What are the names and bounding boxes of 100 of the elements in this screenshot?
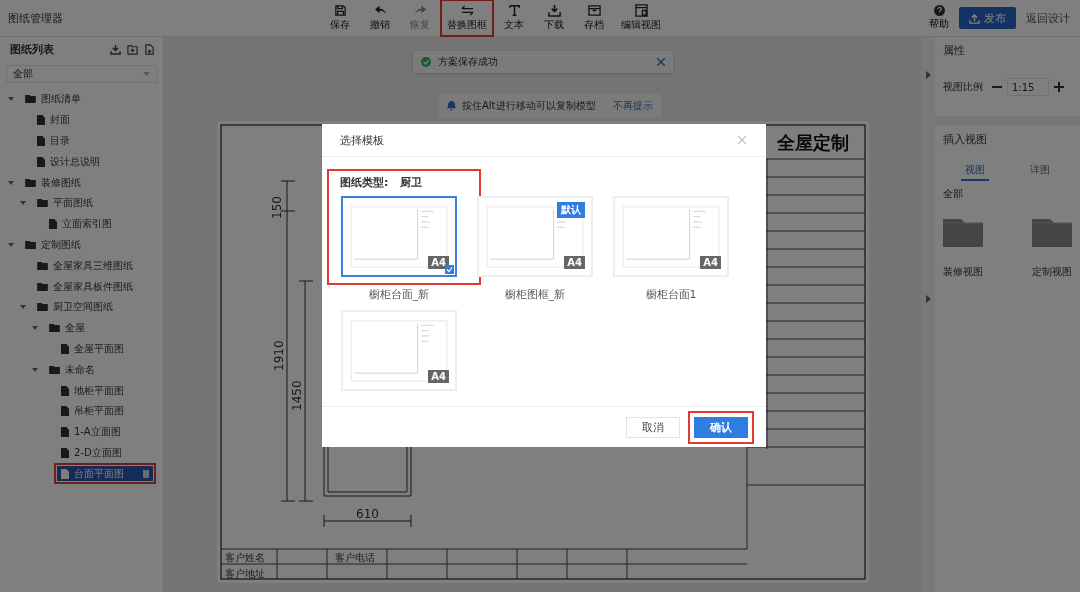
view-tab[interactable]: 详图 — [1025, 161, 1054, 181]
file-icon — [61, 406, 69, 417]
archive-icon — [587, 4, 601, 17]
template-card[interactable]: A4 — [341, 196, 457, 277]
success-icon — [421, 57, 431, 67]
title-block-label: 客户姓名 — [225, 552, 265, 563]
filter-select[interactable]: 全部 — [6, 65, 157, 83]
caret-icon[interactable] — [20, 200, 26, 207]
file-icon — [49, 219, 57, 230]
file-icon — [61, 343, 69, 354]
increase-button[interactable] — [1052, 82, 1066, 92]
minus-icon — [992, 86, 1002, 88]
caret-icon[interactable] — [8, 241, 14, 248]
tree-item[interactable]: 全屋 — [45, 320, 89, 336]
folder-icon[interactable] — [1032, 219, 1072, 247]
tree-item[interactable]: 全屋平面图 — [57, 341, 128, 357]
view-tab[interactable]: 视图 — [961, 161, 990, 181]
tree-item[interactable]: 图纸清单 — [21, 91, 85, 107]
close-icon[interactable] — [657, 58, 665, 66]
template-card[interactable]: 默认 A4 — [477, 196, 593, 277]
file-icon — [37, 136, 45, 146]
tree-item[interactable]: 1-A立面图 — [57, 424, 125, 440]
file-add-icon[interactable] — [144, 43, 155, 55]
help-button[interactable]: 帮助 — [929, 5, 949, 31]
caret-icon[interactable] — [32, 366, 38, 373]
tree-item[interactable]: 定制图纸 — [21, 237, 85, 253]
tree-item[interactable]: 未命名 — [45, 362, 99, 378]
folder-add-icon[interactable] — [127, 43, 138, 55]
dimension-label: 1450 — [290, 380, 304, 411]
bell-icon — [447, 101, 456, 111]
toolbar-button[interactable]: 保存 — [323, 2, 357, 34]
chevron-icon[interactable] — [925, 295, 931, 303]
toolbar-button[interactable]: 替换图框 — [443, 2, 491, 34]
folder-icon — [37, 199, 48, 208]
folder-icon — [37, 261, 48, 270]
toolbar-button[interactable]: 存档 — [577, 2, 611, 34]
folder-icon[interactable] — [943, 219, 983, 247]
default-badge: 默认 — [557, 202, 585, 218]
download-icon[interactable] — [110, 43, 121, 55]
cancel-button[interactable]: 取消 — [626, 416, 680, 438]
toolbar-button[interactable]: 下载 — [537, 2, 571, 34]
tree-item[interactable]: 全屋家具板件图纸 — [33, 279, 137, 295]
template-card[interactable]: A4 — [613, 196, 729, 277]
tree-item[interactable]: 2-D立面图 — [57, 445, 126, 461]
size-badge: A4 — [700, 256, 721, 269]
brand-logo: 全屋定制 — [777, 132, 849, 153]
title-block-label: 客户地址 — [225, 568, 265, 579]
back-to-design-button[interactable]: 返回设计 — [1026, 10, 1070, 26]
download-icon — [547, 4, 561, 17]
close-icon[interactable] — [738, 136, 746, 144]
title-block-label: 客户电话 — [335, 552, 375, 563]
publish-button[interactable]: 发布 — [959, 7, 1016, 29]
confirm-button[interactable]: 确认 — [694, 416, 748, 438]
file-icon — [61, 385, 69, 396]
save-icon — [333, 4, 347, 17]
tree-item[interactable]: 地柜平面图 — [57, 383, 128, 399]
swap-icon — [460, 4, 474, 17]
tree-item[interactable]: 平面图纸 — [33, 195, 97, 211]
check-icon — [445, 265, 454, 274]
section-title: 属性 — [943, 43, 966, 58]
folder-label: 装修视图 — [943, 265, 983, 279]
folder-icon — [37, 303, 48, 312]
chevron-icon[interactable] — [925, 71, 931, 79]
file-icon — [37, 115, 45, 126]
folder-icon — [25, 178, 36, 187]
caret-icon[interactable] — [20, 304, 26, 311]
dimension-label: 150 — [270, 196, 284, 219]
toolbar-button[interactable]: 编辑视图 — [617, 2, 665, 34]
file-icon — [61, 447, 69, 458]
template-card[interactable]: A4 — [341, 310, 457, 391]
caret-icon[interactable] — [32, 325, 38, 332]
tree-item[interactable]: 台面平面图 — [57, 466, 153, 482]
dismiss-link[interactable]: 不再提示 — [613, 99, 653, 113]
tree-item[interactable]: 吊柜平面图 — [57, 403, 128, 419]
tree-item[interactable]: 设计总说明 — [33, 154, 104, 170]
tree-item[interactable]: 厨卫空间图纸 — [33, 299, 117, 315]
more-icon[interactable] — [143, 469, 149, 478]
dimension-label: 610 — [356, 507, 379, 521]
app-title: 图纸管理器 — [7, 10, 64, 26]
scale-select[interactable]: 1:15 — [1007, 78, 1049, 96]
redo-icon — [413, 4, 427, 17]
template-name: 橱柜台面_新 — [368, 287, 430, 302]
field-label: 视图比例 — [943, 80, 983, 94]
folder-icon — [49, 365, 60, 374]
text-icon — [507, 4, 521, 17]
tree-item[interactable]: 装修图纸 — [21, 175, 85, 191]
tree-item[interactable]: 封面 — [33, 112, 74, 128]
sidebar-title: 图纸列表 — [10, 41, 54, 57]
field-label: 图纸类型: — [340, 175, 389, 190]
category-label: 全部 — [943, 187, 964, 201]
tree-item[interactable]: 目录 — [33, 133, 74, 149]
size-badge: A4 — [428, 256, 449, 269]
caret-icon[interactable] — [8, 96, 14, 103]
tree-item[interactable]: 全屋家具三维图纸 — [33, 258, 137, 274]
caret-icon[interactable] — [8, 179, 14, 186]
toolbar-button[interactable]: 撤销 — [363, 2, 397, 34]
toolbar-button[interactable]: 文本 — [497, 2, 531, 34]
size-badge: A4 — [428, 370, 449, 383]
file-icon — [37, 156, 45, 167]
tree-item[interactable]: 立面索引图 — [45, 216, 116, 232]
